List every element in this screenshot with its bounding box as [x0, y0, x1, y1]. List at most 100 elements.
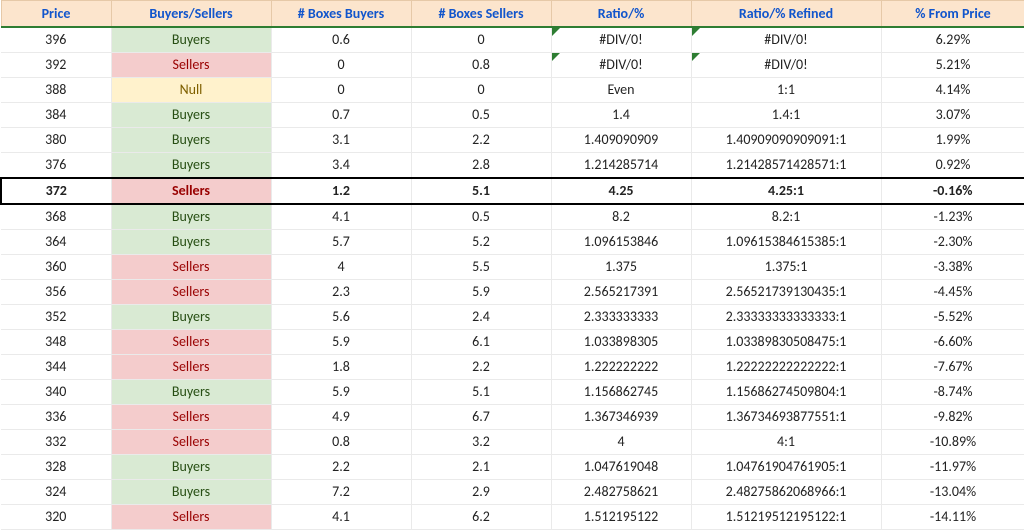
cell-boxes-buyers[interactable]: 4.1: [271, 505, 411, 530]
cell-pct-from-price[interactable]: 4.14%: [881, 78, 1024, 103]
cell-bs[interactable]: Buyers: [111, 480, 271, 505]
cell-price[interactable]: 384: [1, 103, 111, 128]
cell-boxes-buyers[interactable]: 0.6: [271, 27, 411, 53]
cell-boxes-sellers[interactable]: 5.9: [411, 280, 551, 305]
cell-ratio[interactable]: 4: [551, 430, 691, 455]
cell-price[interactable]: 340: [1, 380, 111, 405]
cell-price[interactable]: 372: [1, 178, 111, 204]
cell-bs[interactable]: Buyers: [111, 204, 271, 230]
cell-bs[interactable]: Sellers: [111, 255, 271, 280]
cell-boxes-buyers[interactable]: 5.6: [271, 305, 411, 330]
cell-pct-from-price[interactable]: 0.92%: [881, 153, 1024, 179]
col-buyers-sellers[interactable]: Buyers/Sellers: [111, 1, 271, 28]
col-ratio[interactable]: Ratio/%: [551, 1, 691, 28]
cell-price[interactable]: 320: [1, 505, 111, 530]
cell-price[interactable]: 336: [1, 405, 111, 430]
cell-bs[interactable]: Sellers: [111, 280, 271, 305]
table-row[interactable]: 356Sellers2.35.92.5652173912.56521739130…: [1, 280, 1024, 305]
cell-price[interactable]: 344: [1, 355, 111, 380]
cell-boxes-buyers[interactable]: 7.2: [271, 480, 411, 505]
cell-boxes-buyers[interactable]: 5.7: [271, 230, 411, 255]
cell-ratio-refined[interactable]: 4:1: [691, 430, 881, 455]
cell-boxes-buyers[interactable]: 2.3: [271, 280, 411, 305]
cell-boxes-sellers[interactable]: 0.5: [411, 204, 551, 230]
table-row[interactable]: 364Buyers5.75.21.0961538461.096153846153…: [1, 230, 1024, 255]
cell-pct-from-price[interactable]: 1.99%: [881, 128, 1024, 153]
table-row[interactable]: 376Buyers3.42.81.2142857141.214285714285…: [1, 153, 1024, 179]
cell-ratio-refined[interactable]: 1:1: [691, 78, 881, 103]
cell-ratio[interactable]: #DIV/0!: [551, 27, 691, 53]
col-ratio-refined[interactable]: Ratio/% Refined: [691, 1, 881, 28]
cell-boxes-sellers[interactable]: 0.8: [411, 53, 551, 78]
table-row[interactable]: 384Buyers0.70.51.41.4:13.07%: [1, 103, 1024, 128]
cell-price[interactable]: 388: [1, 78, 111, 103]
cell-price[interactable]: 352: [1, 305, 111, 330]
cell-price[interactable]: 356: [1, 280, 111, 305]
cell-bs[interactable]: Null: [111, 78, 271, 103]
cell-ratio[interactable]: Even: [551, 78, 691, 103]
cell-bs[interactable]: Buyers: [111, 230, 271, 255]
table-row[interactable]: 320Sellers4.16.21.5121951221.51219512195…: [1, 505, 1024, 530]
cell-boxes-buyers[interactable]: 2.2: [271, 455, 411, 480]
cell-price[interactable]: 376: [1, 153, 111, 179]
cell-boxes-sellers[interactable]: 6.7: [411, 405, 551, 430]
cell-pct-from-price[interactable]: 3.07%: [881, 103, 1024, 128]
cell-ratio[interactable]: 1.033898305: [551, 330, 691, 355]
cell-pct-from-price[interactable]: 6.29%: [881, 27, 1024, 53]
cell-ratio[interactable]: 2.565217391: [551, 280, 691, 305]
table-row[interactable]: 344Sellers1.82.21.2222222221.22222222222…: [1, 355, 1024, 380]
cell-ratio-refined[interactable]: 1.40909090909091:1: [691, 128, 881, 153]
cell-pct-from-price[interactable]: -4.45%: [881, 280, 1024, 305]
cell-ratio-refined[interactable]: 1.36734693877551:1: [691, 405, 881, 430]
cell-boxes-sellers[interactable]: 6.2: [411, 505, 551, 530]
cell-bs[interactable]: Sellers: [111, 178, 271, 204]
cell-bs[interactable]: Buyers: [111, 103, 271, 128]
price-levels-table[interactable]: Price Buyers/Sellers # Boxes Buyers # Bo…: [0, 0, 1024, 530]
table-row[interactable]: 380Buyers3.12.21.4090909091.409090909090…: [1, 128, 1024, 153]
cell-ratio-refined[interactable]: 2.56521739130435:1: [691, 280, 881, 305]
cell-pct-from-price[interactable]: -5.52%: [881, 305, 1024, 330]
cell-boxes-buyers[interactable]: 4.9: [271, 405, 411, 430]
cell-boxes-sellers[interactable]: 0: [411, 78, 551, 103]
cell-ratio[interactable]: 1.409090909: [551, 128, 691, 153]
cell-boxes-sellers[interactable]: 2.2: [411, 128, 551, 153]
cell-ratio[interactable]: 1.367346939: [551, 405, 691, 430]
cell-ratio-refined[interactable]: 1.04761904761905:1: [691, 455, 881, 480]
cell-boxes-buyers[interactable]: 5.9: [271, 330, 411, 355]
cell-boxes-sellers[interactable]: 0.5: [411, 103, 551, 128]
cell-price[interactable]: 380: [1, 128, 111, 153]
cell-pct-from-price[interactable]: -10.89%: [881, 430, 1024, 455]
cell-pct-from-price[interactable]: -9.82%: [881, 405, 1024, 430]
cell-ratio[interactable]: 1.375: [551, 255, 691, 280]
cell-boxes-sellers[interactable]: 5.1: [411, 380, 551, 405]
cell-ratio-refined[interactable]: 1.375:1: [691, 255, 881, 280]
cell-pct-from-price[interactable]: -14.11%: [881, 505, 1024, 530]
cell-ratio-refined[interactable]: 8.2:1: [691, 204, 881, 230]
cell-bs[interactable]: Sellers: [111, 53, 271, 78]
cell-pct-from-price[interactable]: -11.97%: [881, 455, 1024, 480]
cell-bs[interactable]: Sellers: [111, 505, 271, 530]
table-row[interactable]: 392Sellers00.8#DIV/0!#DIV/0!5.21%: [1, 53, 1024, 78]
cell-pct-from-price[interactable]: -0.16%: [881, 178, 1024, 204]
cell-boxes-buyers[interactable]: 1.2: [271, 178, 411, 204]
cell-ratio[interactable]: 2.333333333: [551, 305, 691, 330]
cell-pct-from-price[interactable]: -13.04%: [881, 480, 1024, 505]
table-row[interactable]: 336Sellers4.96.71.3673469391.36734693877…: [1, 405, 1024, 430]
table-row[interactable]: 372Sellers1.25.14.254.25:1-0.16%: [1, 178, 1024, 204]
cell-boxes-sellers[interactable]: 3.2: [411, 430, 551, 455]
table-row[interactable]: 388Null00Even1:14.14%: [1, 78, 1024, 103]
cell-bs[interactable]: Sellers: [111, 405, 271, 430]
table-row[interactable]: 332Sellers0.83.244:1-10.89%: [1, 430, 1024, 455]
cell-bs[interactable]: Sellers: [111, 430, 271, 455]
cell-bs[interactable]: Buyers: [111, 27, 271, 53]
cell-ratio[interactable]: 2.482758621: [551, 480, 691, 505]
cell-ratio[interactable]: 1.222222222: [551, 355, 691, 380]
cell-pct-from-price[interactable]: -2.30%: [881, 230, 1024, 255]
cell-boxes-buyers[interactable]: 1.8: [271, 355, 411, 380]
cell-boxes-sellers[interactable]: 2.2: [411, 355, 551, 380]
cell-boxes-buyers[interactable]: 5.9: [271, 380, 411, 405]
cell-boxes-sellers[interactable]: 2.1: [411, 455, 551, 480]
cell-bs[interactable]: Buyers: [111, 305, 271, 330]
cell-ratio[interactable]: 1.4: [551, 103, 691, 128]
cell-price[interactable]: 368: [1, 204, 111, 230]
